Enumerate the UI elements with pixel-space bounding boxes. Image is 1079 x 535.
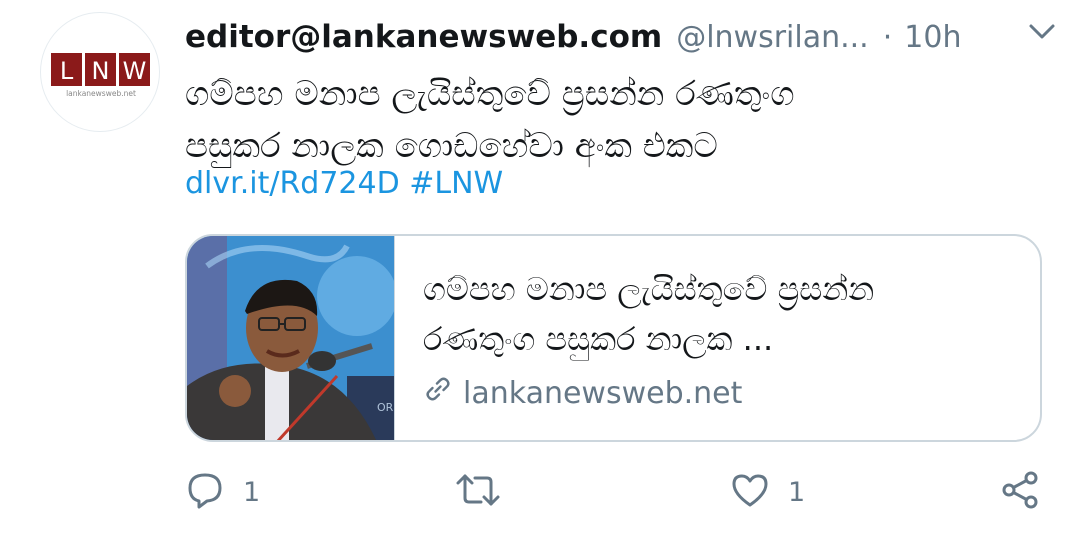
share-icon bbox=[1000, 470, 1040, 514]
avatar[interactable]: L N W lankanewsweb.net bbox=[40, 12, 160, 132]
timestamp[interactable]: 10h bbox=[904, 20, 961, 55]
card-domain-row: lankanewsweb.net bbox=[423, 374, 1010, 412]
card-body: ගම්පහ මනාප ලැයිස්තුවේ ප්‍රසන්න රණතුංග පස… bbox=[395, 236, 1040, 440]
like-icon bbox=[730, 470, 770, 514]
svg-text:OR A: OR A bbox=[377, 401, 394, 414]
logo-letter-1: L bbox=[60, 57, 74, 85]
lnw-logo: L N W lankanewsweb.net bbox=[51, 53, 150, 98]
reply-icon bbox=[185, 470, 225, 514]
reply-button[interactable]: 1 bbox=[185, 470, 260, 514]
user-handle[interactable]: @lnwsrilan... bbox=[676, 20, 869, 55]
link-preview-card[interactable]: OR A ගම්පහ මනාප ලැයිස්තුවේ ප්‍රසන්න රණතු… bbox=[185, 234, 1042, 442]
display-name[interactable]: editor@lankanewsweb.com bbox=[185, 19, 662, 55]
tweet-actions: 1 1 bbox=[185, 470, 1045, 514]
logo-letter-2: N bbox=[92, 57, 110, 85]
card-domain: lankanewsweb.net bbox=[463, 375, 743, 411]
caret-down-icon[interactable] bbox=[1025, 14, 1059, 48]
card-thumbnail: OR A bbox=[187, 236, 395, 440]
tweet-text: ගම්පහ මනාප ලැයිස්තුවේ ප්‍රසන්න රණතුංග පස… bbox=[185, 68, 985, 172]
retweet-button[interactable] bbox=[455, 470, 519, 514]
card-title-line-2: රණතුංග පසුකර නාලක ... bbox=[423, 320, 774, 358]
tweet-link[interactable]: dlvr.it/Rd724D bbox=[185, 166, 400, 201]
tweet-text-line-1: ගම්පහ මනාප ලැයිස්තුවේ ප්‍රසන්න රණතුංග bbox=[185, 74, 795, 114]
card-title: ගම්පහ මනාප ලැයිස්තුවේ ප්‍රසන්න රණතුංග පස… bbox=[423, 264, 1010, 364]
link-icon bbox=[423, 374, 463, 412]
tweet-hashtag[interactable]: #LNW bbox=[409, 166, 503, 201]
card-title-line-1: ගම්පහ මනාප ලැයිස්තුවේ ප්‍රසන්න bbox=[423, 270, 875, 308]
separator-dot: · bbox=[882, 19, 893, 55]
retweet-icon bbox=[455, 470, 501, 514]
tweet-header: editor@lankanewsweb.com @lnwsrilan... · … bbox=[185, 14, 1059, 60]
share-button[interactable] bbox=[1000, 470, 1040, 514]
like-button[interactable]: 1 bbox=[730, 470, 805, 514]
like-count: 1 bbox=[788, 476, 806, 508]
logo-letter-3: W bbox=[123, 57, 147, 85]
tweet-links: dlvr.it/Rd724D #LNW bbox=[185, 162, 503, 206]
reply-count: 1 bbox=[243, 476, 261, 508]
logo-subtext: lankanewsweb.net bbox=[66, 89, 136, 98]
